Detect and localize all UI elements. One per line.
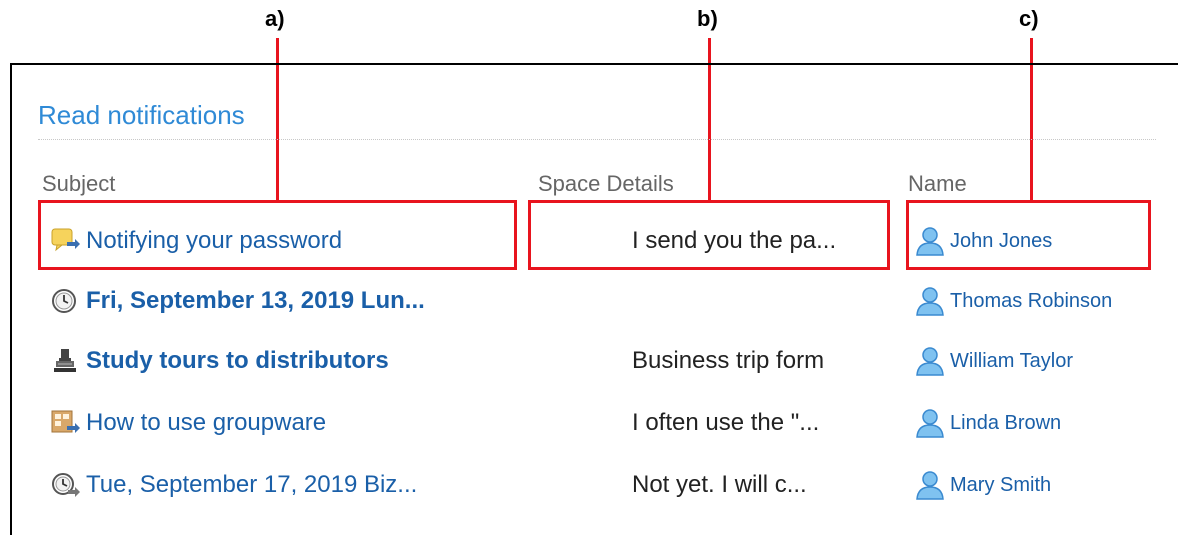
- user-name: Mary Smith: [950, 473, 1052, 496]
- column-header-name: Name: [908, 171, 967, 196]
- user-link[interactable]: William Taylor: [914, 331, 1073, 391]
- callout-label-b: b): [697, 6, 718, 31]
- space-discussion-icon: [50, 408, 80, 438]
- user-link[interactable]: Linda Brown: [914, 393, 1061, 453]
- user-name: Thomas Robinson: [950, 289, 1113, 312]
- user-name: Linda Brown: [950, 411, 1062, 434]
- subject-text: How to use groupware: [86, 409, 327, 436]
- user-icon: [914, 469, 946, 501]
- workflow-stamp-icon: [50, 346, 80, 376]
- user-link[interactable]: Thomas Robinson: [914, 271, 1112, 331]
- table-row: Study tours to distributors Business tri…: [0, 331, 1178, 391]
- subject-text: Tue, September 17, 2019 Biz...: [86, 471, 418, 498]
- section-title: Read notifications: [38, 100, 245, 130]
- subject-link[interactable]: Fri, September 13, 2019 Lun...: [50, 271, 425, 331]
- user-icon: [914, 285, 946, 317]
- table-row: Notifying your password I send you the p…: [0, 211, 1178, 271]
- callout-label-c: c): [1019, 6, 1039, 31]
- message-icon: [50, 226, 80, 256]
- subject-link[interactable]: Notifying your password: [50, 211, 342, 271]
- user-link[interactable]: Mary Smith: [914, 455, 1051, 515]
- details-text: I send you the pa...: [632, 227, 837, 254]
- subject-link[interactable]: Tue, September 17, 2019 Biz...: [50, 455, 417, 515]
- subject-text: Study tours to distributors: [86, 347, 389, 374]
- callout-label-a: a): [265, 6, 285, 31]
- user-icon: [914, 407, 946, 439]
- subject-link[interactable]: Study tours to distributors: [50, 331, 389, 391]
- details-text: Not yet. I will c...: [632, 471, 807, 498]
- user-icon: [914, 345, 946, 377]
- subject-text: Notifying your password: [86, 227, 343, 254]
- subject-text: Fri, September 13, 2019 Lun...: [86, 287, 425, 314]
- user-icon: [914, 225, 946, 257]
- title-divider: [38, 139, 1156, 140]
- table-row: Tue, September 17, 2019 Biz... Not yet. …: [0, 455, 1178, 515]
- details-text: I often use the "...: [632, 409, 820, 436]
- column-header-details: Space Details: [538, 171, 674, 196]
- user-name: William Taylor: [950, 349, 1073, 372]
- schedule-clock-icon: [50, 286, 80, 316]
- subject-link[interactable]: How to use groupware: [50, 393, 326, 453]
- user-link[interactable]: John Jones: [914, 211, 1052, 271]
- schedule-clock-icon: [50, 470, 80, 500]
- details-text: Business trip form: [632, 347, 825, 374]
- user-name: John Jones: [950, 229, 1053, 252]
- table-row: How to use groupware I often use the "..…: [0, 393, 1178, 453]
- column-header-subject: Subject: [42, 171, 116, 196]
- table-row: Fri, September 13, 2019 Lun... Thomas Ro…: [0, 271, 1178, 331]
